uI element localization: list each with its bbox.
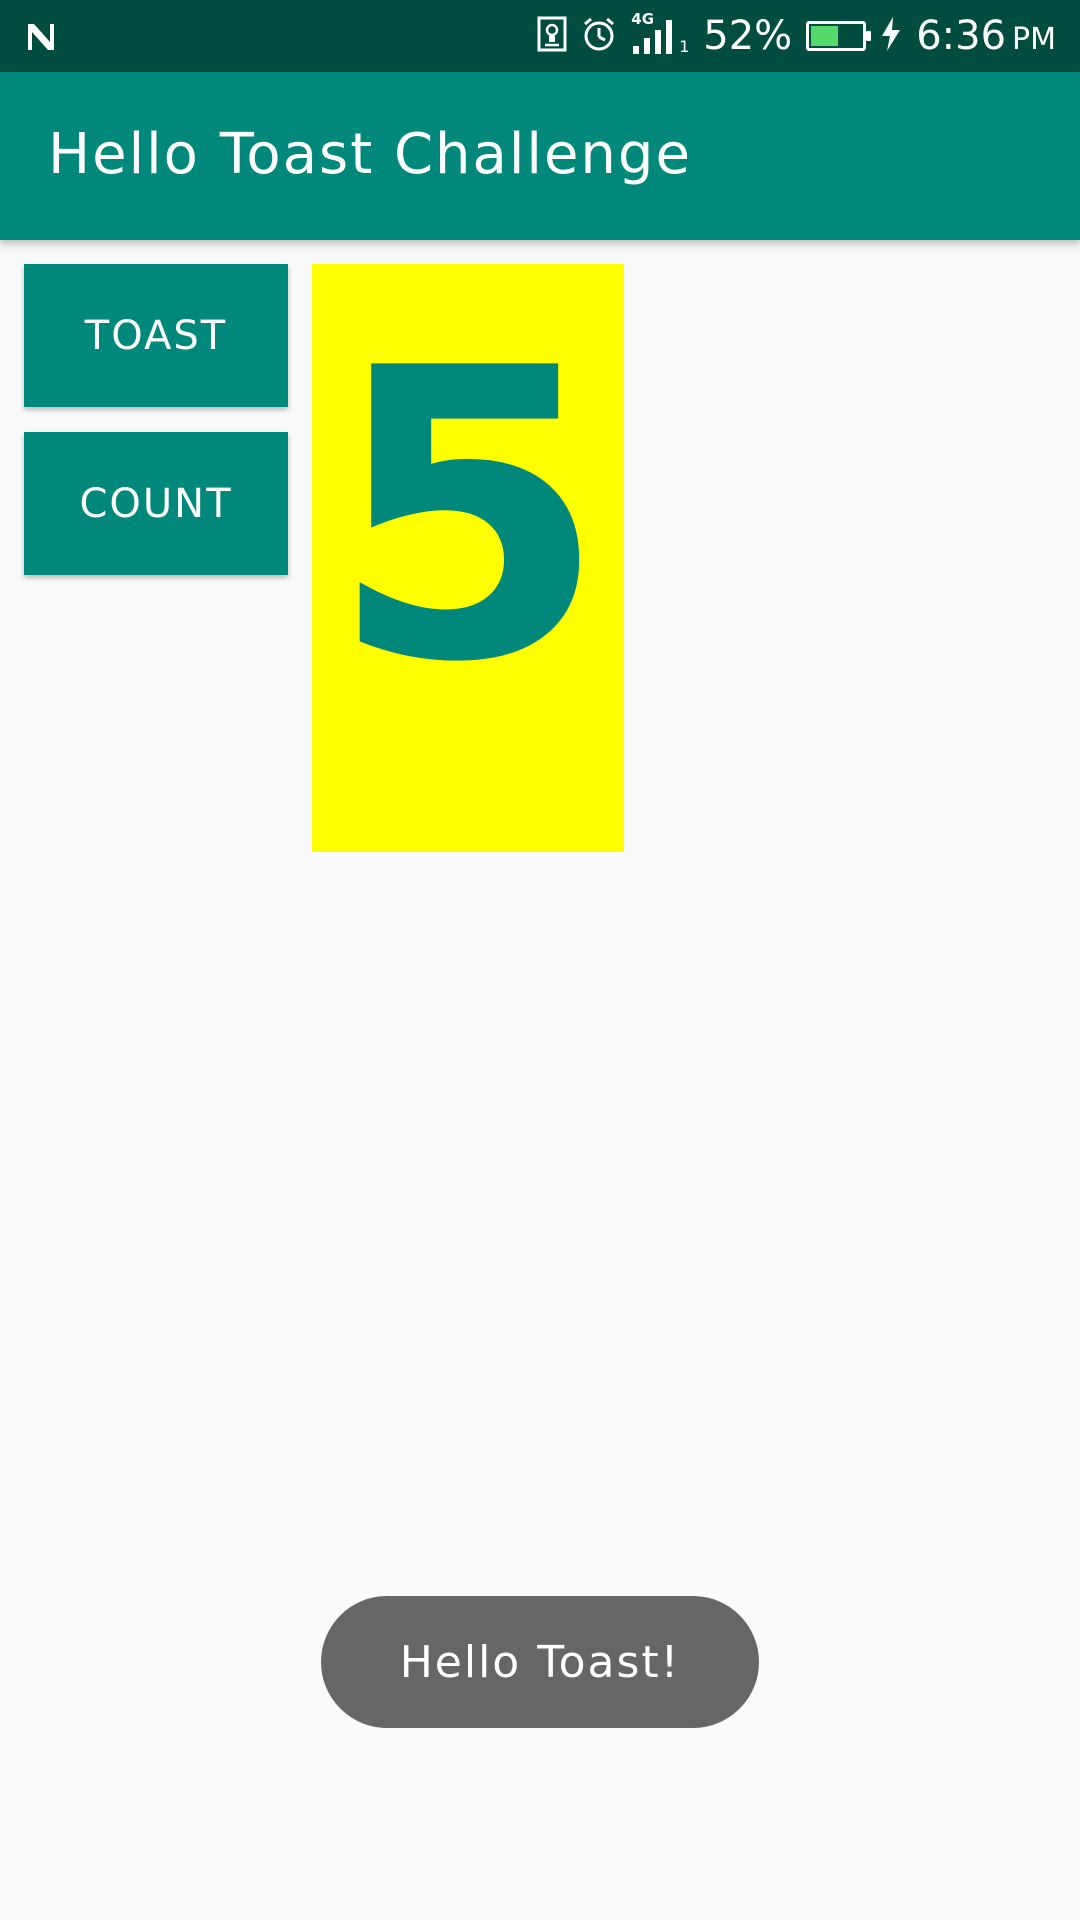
battery-level	[811, 26, 839, 46]
page-title: Hello Toast Challenge	[48, 122, 692, 187]
clock-suffix: PM	[1012, 22, 1056, 57]
app-bar: Hello Toast Challenge	[0, 72, 1080, 240]
status-bar: 4G 1 52% 6:36 PM	[0, 0, 1080, 72]
sim-slot-label: 1	[679, 37, 690, 56]
signal-icon: 4G 1	[631, 10, 690, 56]
battery-percent: 52%	[703, 13, 793, 59]
clock: 6:36 PM	[916, 16, 1056, 56]
alarm-icon	[581, 16, 617, 56]
clock-time: 6:36	[916, 13, 1007, 59]
toast-message: Hello Toast!	[321, 1596, 759, 1728]
count-button[interactable]: COUNT	[24, 432, 288, 575]
count-display: 5	[312, 264, 624, 852]
notification-n-icon	[24, 20, 58, 54]
charging-icon	[880, 16, 902, 56]
screenshot-icon	[537, 16, 567, 56]
count-value: 5	[328, 285, 608, 750]
toast-button[interactable]: TOAST	[24, 264, 288, 407]
battery-icon	[806, 21, 872, 51]
